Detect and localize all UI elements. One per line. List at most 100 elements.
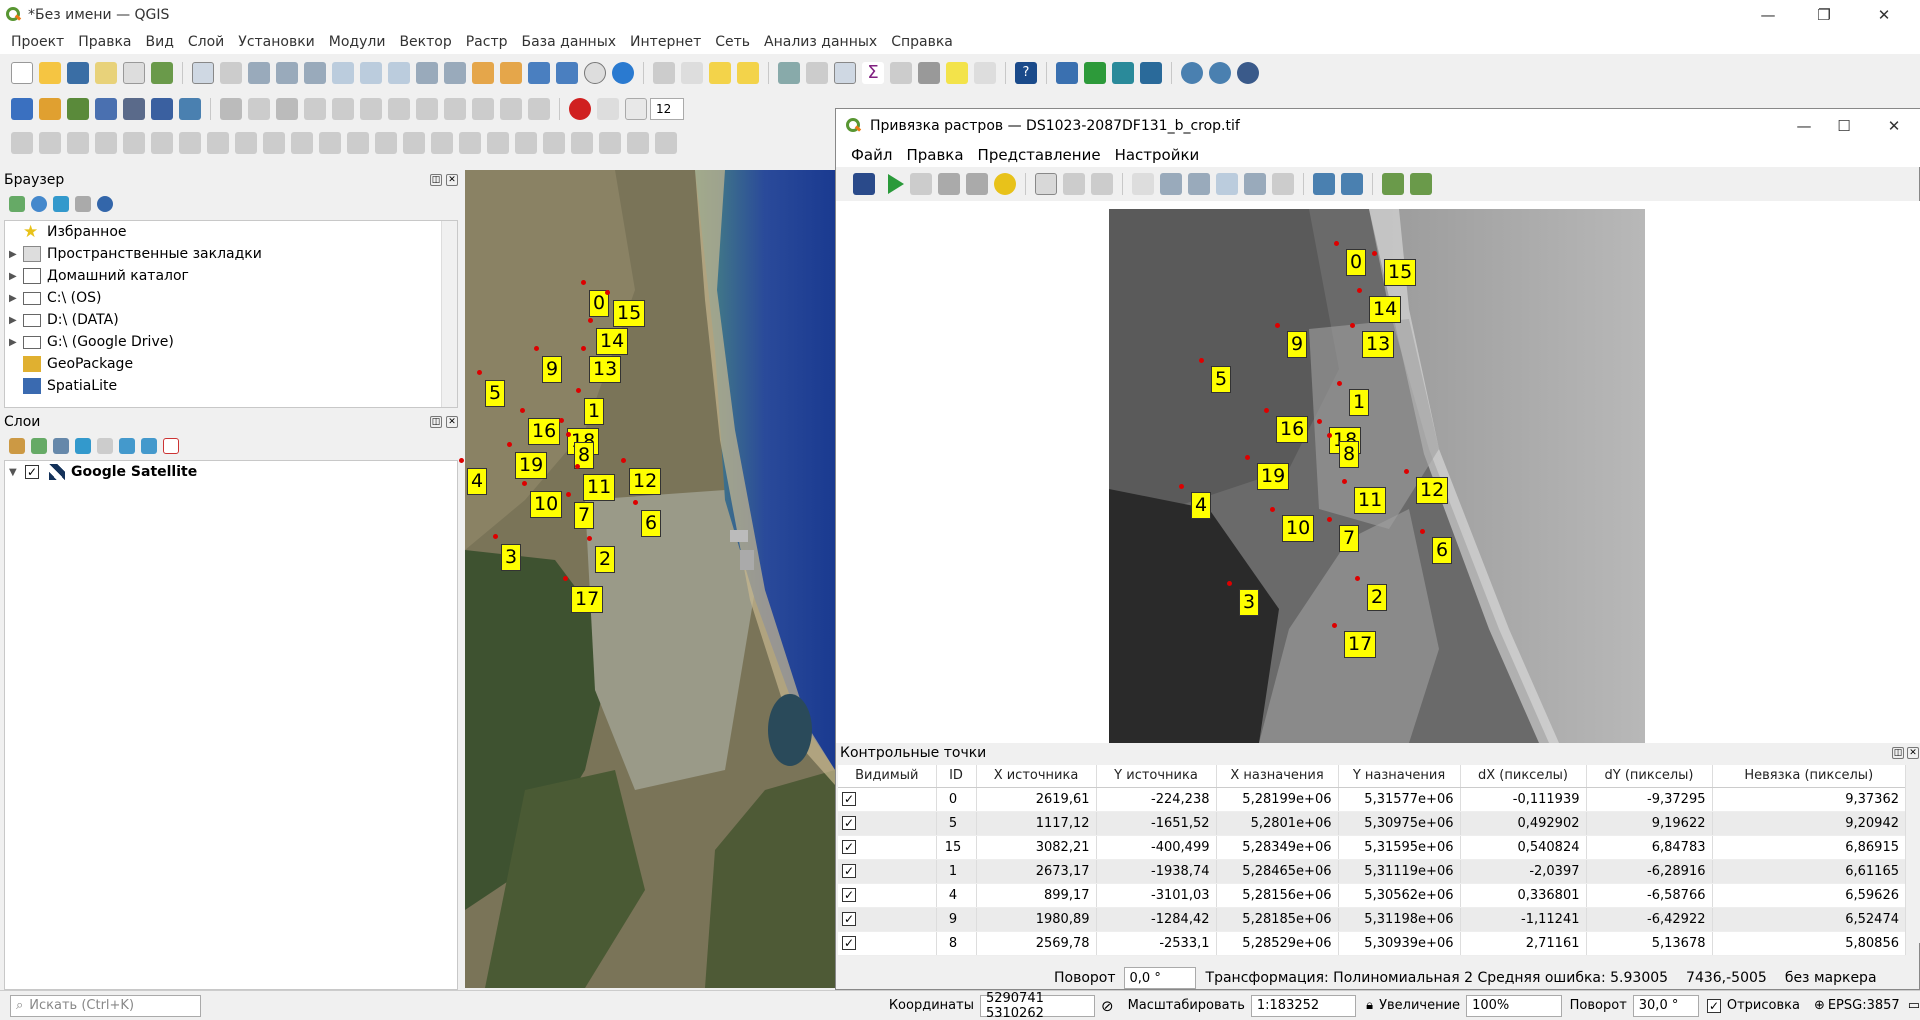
gcp-visible-checkbox[interactable]: ✓ xyxy=(842,935,856,950)
copy-features-icon[interactable] xyxy=(444,98,466,120)
gcp-label[interactable]: 10 xyxy=(1282,515,1315,542)
temporal-controller-icon[interactable] xyxy=(584,62,606,84)
snapping-type-icon[interactable] xyxy=(625,98,647,120)
gcp-table-row[interactable]: ✓ 1 2673,17 -1938,74 5,28465e+06 5,31119e+06-… xyxy=(838,859,1906,884)
gcp-value-cell[interactable]: -6,58766 xyxy=(1586,883,1713,908)
gcp-visible-checkbox[interactable]: ✓ xyxy=(842,815,856,830)
gcp-point-marker[interactable] xyxy=(1275,323,1280,328)
gcp-point-marker[interactable] xyxy=(581,346,586,351)
gcp-value-cell[interactable]: 5,30939e+06 xyxy=(1338,931,1461,956)
gcp-value-cell[interactable]: 5,30562e+06 xyxy=(1338,883,1461,908)
gcp-point-marker[interactable] xyxy=(1227,581,1232,586)
zoom-full-icon[interactable] xyxy=(304,62,326,84)
reshape-icon[interactable] xyxy=(291,132,313,154)
gcp-point-marker[interactable] xyxy=(1357,288,1362,293)
gcp-point-marker[interactable] xyxy=(587,536,592,541)
gcp-point-marker[interactable] xyxy=(1199,358,1204,363)
gcp-label[interactable]: 11 xyxy=(583,474,616,501)
gcp-value-cell[interactable]: 6,86915 xyxy=(1712,835,1906,860)
zoom-in-icon[interactable] xyxy=(1160,173,1182,195)
offset-curve-icon[interactable] xyxy=(319,132,341,154)
gcp-table-row[interactable]: ✓ 5 1117,12 -1651,52 5,2801e+06 5,30975e+06 0,… xyxy=(838,811,1906,836)
gcp-point-marker[interactable] xyxy=(1334,241,1339,246)
new-project-icon[interactable] xyxy=(11,62,33,84)
gcp-label[interactable]: 12 xyxy=(1416,477,1449,504)
identify-icon[interactable] xyxy=(778,62,800,84)
browser-item-bookmarks[interactable]: ▶ Пространственные закладки xyxy=(5,243,457,265)
gcp-point-marker[interactable] xyxy=(1264,408,1269,413)
coordinate-toggle-icon[interactable]: ⊘ xyxy=(1101,997,1114,1015)
gcp-point-marker[interactable] xyxy=(477,370,482,375)
open-raster-icon[interactable] xyxy=(853,173,875,195)
gcp-point-marker[interactable] xyxy=(459,458,464,463)
modify-attributes-icon[interactable] xyxy=(360,98,382,120)
adv-digitize-icon[interactable] xyxy=(11,132,33,154)
menu-settings[interactable]: Установки xyxy=(231,34,322,50)
zoom-last-icon[interactable] xyxy=(1244,173,1266,195)
gcp-point-marker[interactable] xyxy=(605,290,610,295)
gcp-visible-cell[interactable]: ✓ xyxy=(838,859,937,884)
gcp-visible-cell[interactable]: ✓ xyxy=(838,907,937,932)
label-change-icon[interactable] xyxy=(655,132,677,154)
load-gcp-icon[interactable] xyxy=(938,173,960,195)
browser-scrollbar[interactable] xyxy=(441,221,457,407)
georeferencer-canvas[interactable]: 0 15 14 9 13 5 1 16 18 8 19 11 12 4 10 7 6 3 2 17 xyxy=(836,201,1920,743)
gcp-label[interactable]: 8 xyxy=(1339,441,1360,468)
gcp-point-marker[interactable] xyxy=(621,458,626,463)
deselect-icon[interactable] xyxy=(709,62,731,84)
new-3d-view-icon[interactable] xyxy=(500,62,522,84)
snapping-tolerance-field[interactable]: 12 xyxy=(650,98,684,120)
gcp-value-cell[interactable]: -9,37295 xyxy=(1586,787,1713,812)
float-panel-icon[interactable]: ◫ xyxy=(430,174,442,186)
gcp-value-cell[interactable]: 0,336801 xyxy=(1460,883,1587,908)
gcp-point-marker[interactable] xyxy=(1245,455,1250,460)
filter-legend-icon[interactable] xyxy=(75,438,91,454)
snapping-mode-icon[interactable] xyxy=(597,98,619,120)
globe-plugin-icon[interactable] xyxy=(1237,62,1259,84)
gcp-point-marker[interactable] xyxy=(1355,576,1360,581)
gcp-value-cell[interactable]: 5,28349e+06 xyxy=(1216,835,1339,860)
locator-icon[interactable] xyxy=(974,62,996,84)
gcp-value-cell[interactable]: 9,20942 xyxy=(1712,811,1906,836)
pan-icon[interactable] xyxy=(1132,173,1154,195)
gcp-id-cell[interactable]: 5 xyxy=(936,811,977,836)
gcp-point-marker[interactable] xyxy=(1350,323,1355,328)
gcp-value-cell[interactable]: 899,17 xyxy=(976,883,1097,908)
show-bookmarks-icon[interactable] xyxy=(556,62,578,84)
gcp-value-cell[interactable]: -3101,03 xyxy=(1096,883,1217,908)
gcp-value-cell[interactable]: -400,499 xyxy=(1096,835,1217,860)
col-source-x[interactable]: X источника xyxy=(976,765,1097,788)
add-feature-icon[interactable] xyxy=(304,98,326,120)
gcp-label[interactable]: 17 xyxy=(571,586,604,613)
gcp-value-cell[interactable]: 6,84783 xyxy=(1586,835,1713,860)
col-residual[interactable]: Невязка (пикселы) xyxy=(1712,765,1906,788)
gcp-id-cell[interactable]: 0 xyxy=(936,787,977,812)
menu-plugins[interactable]: Модули xyxy=(322,34,393,50)
gcp-value-cell[interactable]: 0,492902 xyxy=(1460,811,1587,836)
style-icon[interactable] xyxy=(9,438,25,454)
gcp-value-cell[interactable]: 5,31595e+06 xyxy=(1338,835,1461,860)
close-button[interactable]: ✕ xyxy=(1856,0,1912,30)
gcp-label[interactable]: 3 xyxy=(1239,589,1260,616)
menu-layer[interactable]: Слой xyxy=(181,34,231,50)
label-move-icon[interactable] xyxy=(599,132,621,154)
gcp-label[interactable]: 16 xyxy=(1276,416,1309,443)
float-panel-icon[interactable]: ◫ xyxy=(1892,747,1904,759)
gcp-label[interactable]: 14 xyxy=(1369,296,1402,323)
collapse-all-icon[interactable] xyxy=(75,196,91,212)
gcp-label[interactable]: 15 xyxy=(1384,259,1417,286)
vertex-tool-icon[interactable] xyxy=(332,98,354,120)
gcp-value-cell[interactable]: 5,13678 xyxy=(1586,931,1713,956)
layer-visibility-checkbox[interactable]: ✓ xyxy=(25,465,39,479)
curve-icon[interactable] xyxy=(39,132,61,154)
plugin-icon[interactable] xyxy=(1084,62,1106,84)
gcp-visible-checkbox[interactable]: ✓ xyxy=(842,887,856,902)
gcp-id-cell[interactable]: 8 xyxy=(936,931,977,956)
gcp-point-marker[interactable] xyxy=(1342,479,1347,484)
gcp-id-cell[interactable]: 15 xyxy=(936,835,977,860)
zoom-layer-icon[interactable] xyxy=(1216,173,1238,195)
generate-gdal-script-icon[interactable] xyxy=(910,173,932,195)
gcp-value-cell[interactable]: -1,11241 xyxy=(1460,907,1587,932)
gcp-visible-cell[interactable]: ✓ xyxy=(838,811,937,836)
reverse-line-icon[interactable] xyxy=(347,132,369,154)
